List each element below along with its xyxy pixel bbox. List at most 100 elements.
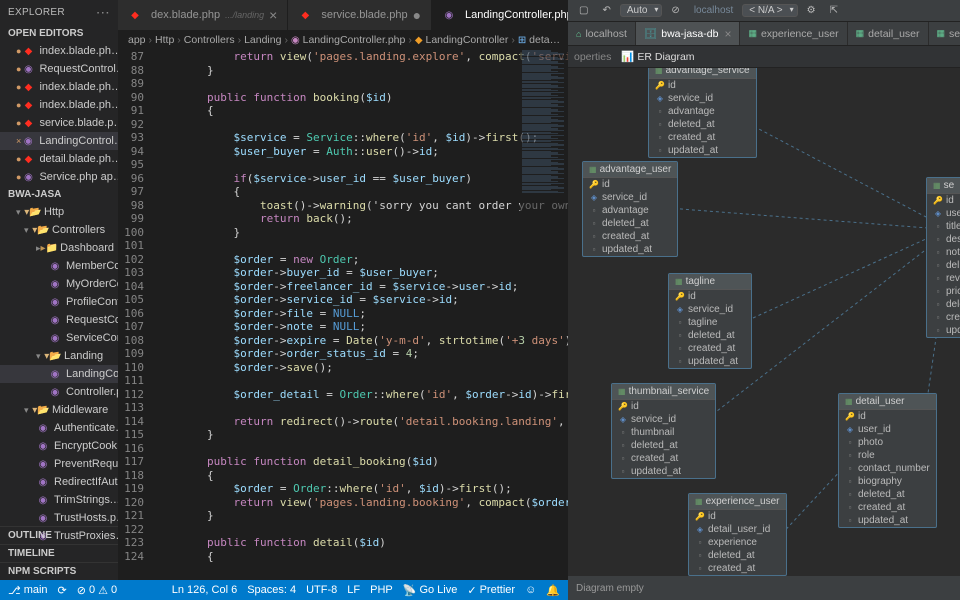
folder-item[interactable]: ▾▾📂Middleware [0, 401, 118, 419]
timeline-section[interactable]: TIMELINE [0, 544, 118, 562]
file-item[interactable]: ◉ProfileCont… [0, 293, 118, 311]
notifications-icon[interactable]: 🔔 [546, 584, 560, 597]
file-item[interactable]: ◉TrimStrings.… [0, 491, 118, 509]
open-editors-header[interactable]: OPEN EDITORS [0, 25, 118, 42]
open-editor-item[interactable]: ●◆detail.blade.ph… [0, 150, 118, 168]
close-icon[interactable]: ● [413, 7, 421, 23]
encoding[interactable]: UTF-8 [306, 584, 337, 596]
indent-setting[interactable]: Spaces: 4 [247, 584, 296, 596]
db-tab[interactable]: ▦service [929, 22, 960, 45]
file-item[interactable]: ◉MemberCo… [0, 257, 118, 275]
db-column[interactable]: ▫price [927, 285, 960, 298]
problems[interactable]: ⊘ 0 ⚠ 0 [77, 584, 117, 597]
db-column[interactable]: ▫revisi [927, 272, 960, 285]
db-column[interactable]: 🔑id [927, 194, 960, 207]
file-item[interactable]: ◉RequestCo…● [0, 311, 118, 329]
file-item[interactable]: ◉TrustHosts.p… [0, 509, 118, 527]
db-table-detail_user[interactable]: ▦detail_user🔑id◈user_id▫photo▫role▫conta… [838, 393, 937, 528]
project-header[interactable]: BWA-JASA [0, 186, 118, 203]
folder-item[interactable]: ▾▾📂Http [0, 203, 118, 221]
breadcrumb[interactable]: app›Http›Controllers›Landing›◉ LandingCo… [118, 30, 568, 50]
db-column[interactable]: ▫deleted_at [669, 329, 751, 342]
db-tab[interactable]: 🗄bwa-jasa-db× [636, 22, 741, 45]
db-column[interactable]: 🔑id [583, 178, 677, 191]
db-column[interactable]: ▫contact_number [839, 462, 936, 475]
db-column[interactable]: ▫upda [927, 324, 960, 337]
db-column[interactable]: 🔑id [669, 290, 751, 303]
db-table-se[interactable]: ▦se🔑id◈user_▫title▫desc▫note▫deliv▫revis… [926, 177, 960, 338]
db-column[interactable]: ▫delet [927, 298, 960, 311]
db-column[interactable]: ▫title [927, 220, 960, 233]
db-column[interactable]: ◈service_id [583, 191, 677, 204]
npm-scripts-section[interactable]: NPM SCRIPTS [0, 562, 118, 580]
prettier[interactable]: ✓ Prettier [467, 584, 515, 597]
db-table-advantage_user[interactable]: ▦advantage_user🔑id◈service_id▫advantage▫… [582, 161, 678, 257]
breadcrumb-item[interactable]: Controllers [184, 34, 235, 46]
outline-section[interactable]: OUTLINE [0, 526, 118, 544]
db-column[interactable]: ▫updated_at [839, 514, 936, 527]
close-icon[interactable]: × [724, 27, 731, 41]
db-column[interactable]: ◈service_id [612, 413, 715, 426]
db-table-experience_user[interactable]: ▦experience_user🔑id◈detail_user_id▫exper… [688, 493, 787, 576]
db-column[interactable]: ◈user_id [839, 423, 936, 436]
open-editor-item[interactable]: ●◆index.blade.ph… [0, 96, 118, 114]
close-icon[interactable]: × [269, 7, 277, 23]
sync-icon[interactable]: ⟳ [58, 584, 67, 597]
db-column[interactable]: ◈detail_user_id [689, 523, 786, 536]
db-table-advantage_service[interactable]: ▦advantage_service🔑id◈service_id▫advanta… [648, 68, 757, 158]
db-column[interactable]: ▫advantage [649, 105, 756, 118]
db-column[interactable]: ◈service_id [669, 303, 751, 316]
open-editor-item[interactable]: ●◆service.blade.p… [0, 114, 118, 132]
db-column[interactable]: ▫tagline [669, 316, 751, 329]
git-branch[interactable]: ⎇ main [8, 584, 48, 597]
db-table-header[interactable]: ▦experience_user [689, 494, 786, 510]
db-column[interactable]: ▫updated_at [649, 144, 756, 157]
open-editor-item[interactable]: ●◉RequestControl… [0, 60, 118, 78]
db-column[interactable]: ▫desc [927, 233, 960, 246]
er-diagram-canvas[interactable]: ▦advantage_service🔑id◈service_id▫advanta… [568, 68, 960, 576]
folder-item[interactable]: ▾▾📂Landing [0, 347, 118, 365]
db-column[interactable]: ▫advantage [583, 204, 677, 217]
db-column[interactable]: ▫role [839, 449, 936, 462]
db-save-icon[interactable]: ▢ [574, 4, 593, 17]
db-column[interactable]: ▫deliv [927, 259, 960, 272]
go-live[interactable]: 📡 Go Live [403, 584, 458, 597]
editor-tab[interactable]: ◉LandingController.php● [432, 0, 568, 30]
db-tab[interactable]: ▦detail_user [848, 22, 929, 45]
db-table-header[interactable]: ▦tagline [669, 274, 751, 290]
db-column[interactable]: ▫deleted_at [583, 217, 677, 230]
db-column[interactable]: ▫created_at [612, 452, 715, 465]
open-editor-item[interactable]: ●◉Service.php ap… [0, 168, 118, 186]
breadcrumb-item[interactable]: ◉ LandingController.php [291, 34, 405, 46]
editor-tab[interactable]: ◆service.blade.php● [288, 0, 432, 30]
db-table-header[interactable]: ▦se [927, 178, 960, 194]
file-item[interactable]: ◉MyOrderCo… [0, 275, 118, 293]
open-editor-item[interactable]: ●◆index.blade.ph… [0, 42, 118, 60]
editor-tab[interactable]: ◆dex.blade.php.../landing× [118, 0, 288, 30]
eol[interactable]: LF [347, 584, 360, 596]
db-revert-icon[interactable]: ↶ [597, 4, 615, 17]
file-item[interactable]: ◉LandingCo…● [0, 365, 118, 383]
db-table-header[interactable]: ▦detail_user [839, 394, 936, 410]
db-column[interactable]: 🔑id [839, 410, 936, 423]
feedback-icon[interactable]: ☺ [525, 584, 536, 596]
db-column[interactable]: ◈user_ [927, 207, 960, 220]
db-column[interactable]: ▫deleted_at [689, 549, 786, 562]
breadcrumb-item[interactable]: ⊞ deta… [518, 34, 560, 46]
db-column[interactable]: 🔑id [689, 510, 786, 523]
er-diagram-tab[interactable]: 📊 ER Diagram [621, 50, 694, 63]
db-table-header[interactable]: ▦advantage_user [583, 162, 677, 178]
code-editor[interactable]: 8788899091929394959697989910010110210310… [118, 50, 568, 580]
db-column[interactable]: ▫creat [927, 311, 960, 324]
db-column[interactable]: ▫note [927, 246, 960, 259]
db-tab[interactable]: ▦experience_user [740, 22, 847, 45]
db-disconnect-icon[interactable]: ⊘ [666, 4, 684, 17]
cursor-position[interactable]: Ln 126, Col 6 [172, 584, 237, 596]
more-icon[interactable]: ⋯ [96, 4, 110, 21]
breadcrumb-item[interactable]: ◆ LandingController [415, 34, 509, 46]
db-column[interactable]: ▫deleted_at [839, 488, 936, 501]
db-column[interactable]: ▫created_at [649, 131, 756, 144]
db-column[interactable]: ▫biography [839, 475, 936, 488]
db-column[interactable]: ▫thumbnail [612, 426, 715, 439]
db-column[interactable]: ▫experience [689, 536, 786, 549]
